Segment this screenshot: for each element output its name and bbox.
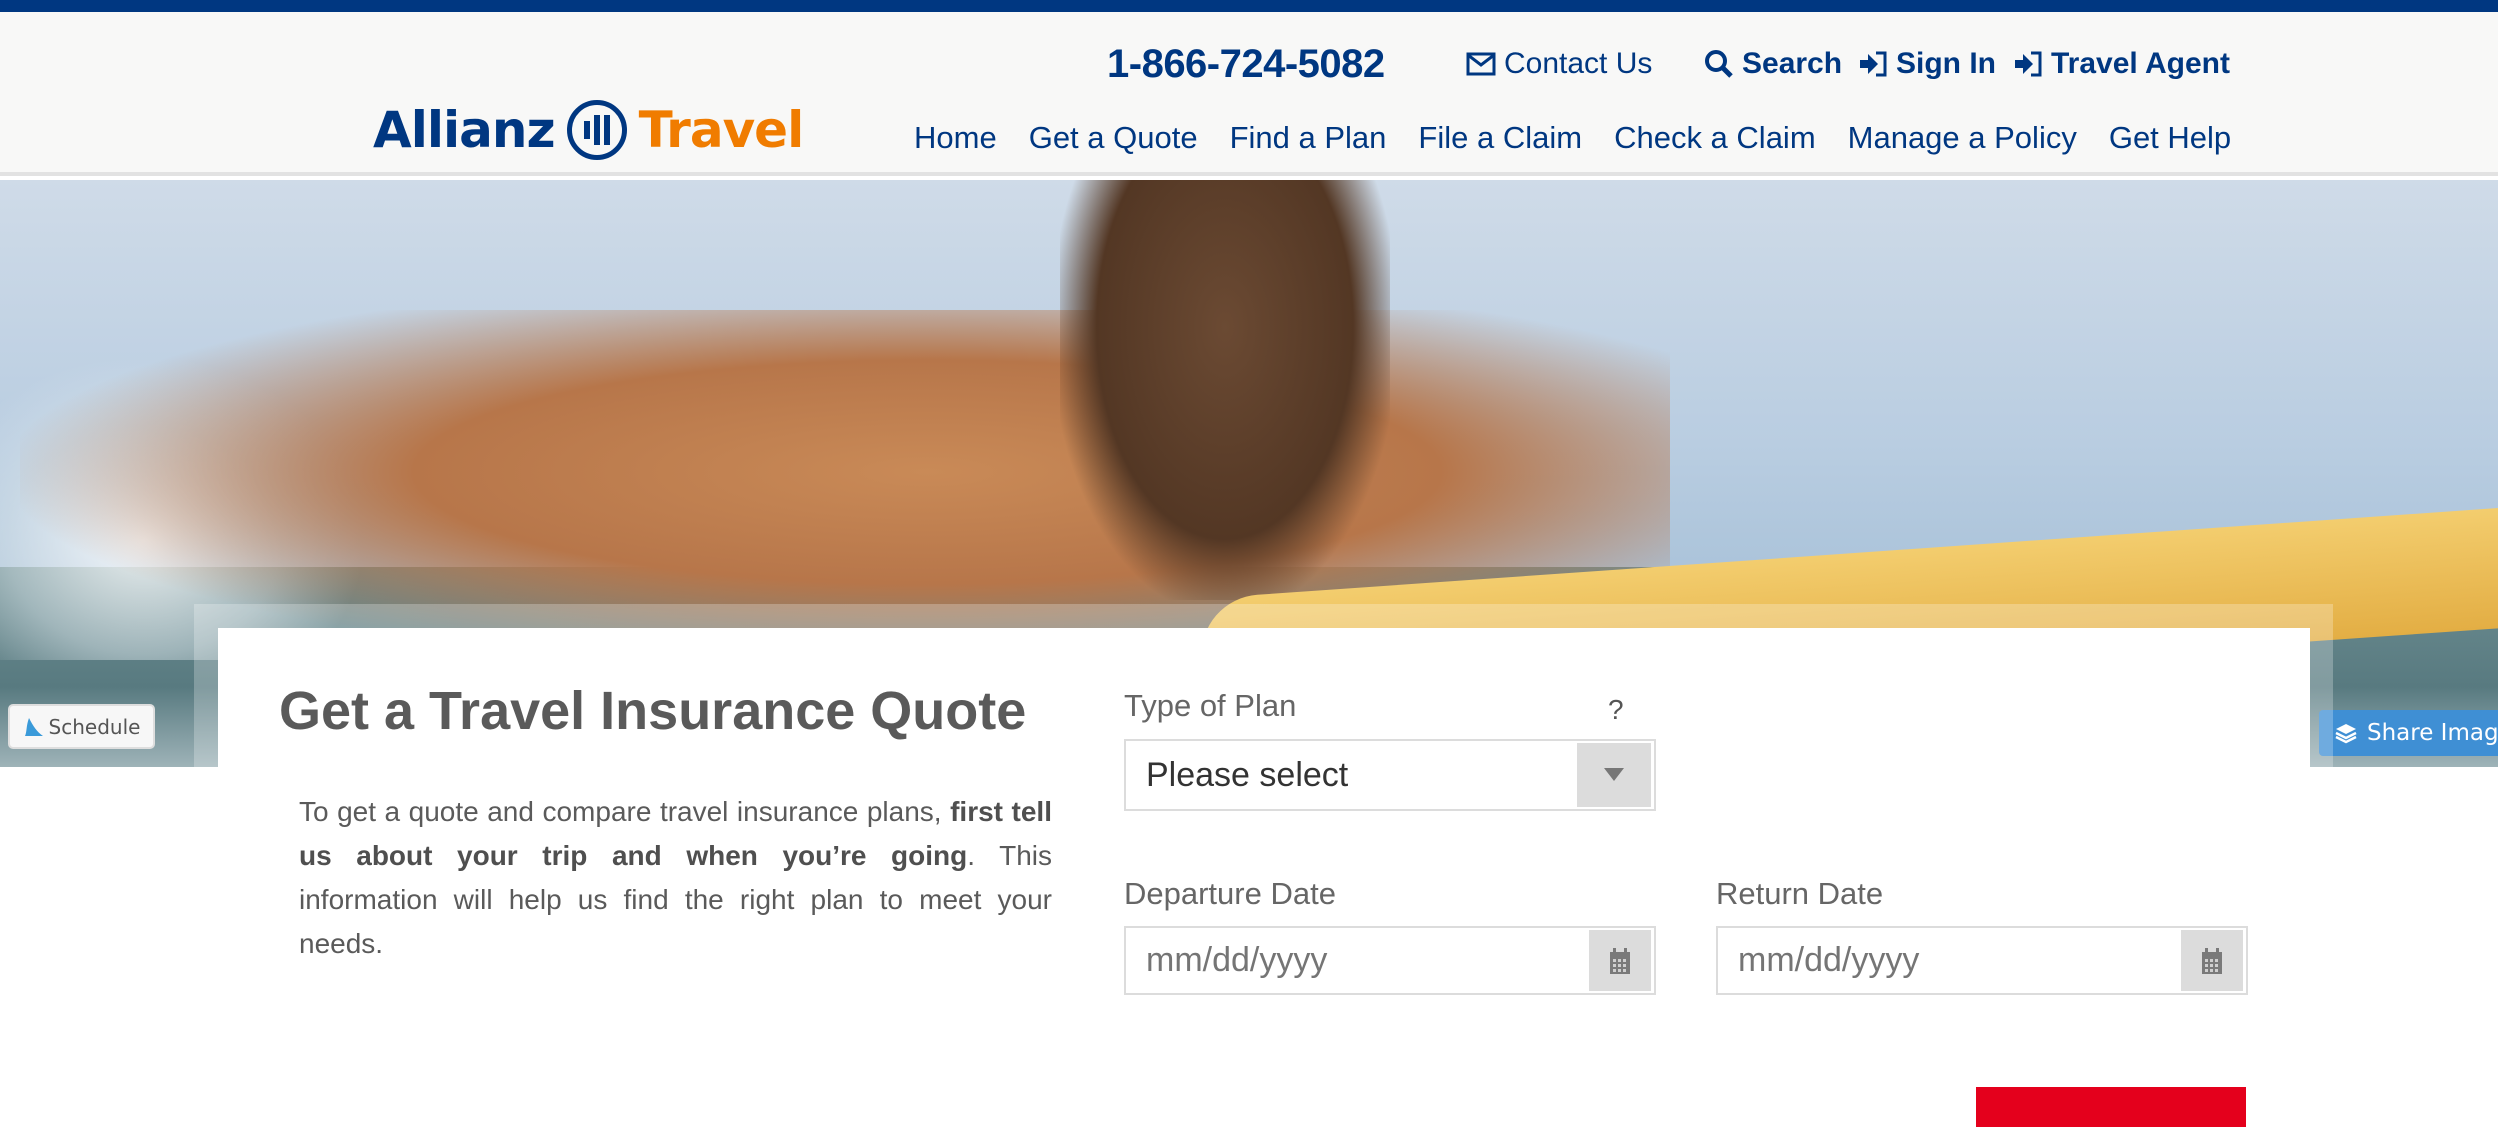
return-date-field[interactable]	[1716, 926, 2248, 995]
allianz-emblem-icon	[566, 100, 627, 160]
chevron-down-icon	[1604, 768, 1624, 781]
logo-product-text: Travel	[638, 101, 805, 159]
return-calendar-button[interactable]	[2181, 930, 2243, 991]
plan-type-select[interactable]: Please select	[1124, 739, 1656, 811]
contact-us-label: Contact Us	[1504, 47, 1653, 80]
sign-in-link[interactable]: Sign In	[1858, 36, 1996, 92]
plan-type-label: Type of Plan	[1124, 688, 1297, 723]
departure-date-input[interactable]	[1126, 928, 1589, 993]
top-accent-bar	[0, 0, 2498, 12]
calendar-icon	[2202, 947, 2222, 974]
dropdown-toggle[interactable]	[1577, 743, 1651, 807]
nav-home[interactable]: Home	[914, 120, 997, 156]
search-label: Search	[1742, 47, 1843, 80]
allianz-travel-logo[interactable]: Allianz Travel	[373, 98, 805, 162]
page-title: Get a Travel Insurance Quote	[279, 681, 1027, 741]
sign-in-label: Sign In	[1896, 47, 1996, 80]
quote-intro-text: To get a quote and compare travel insura…	[299, 790, 1052, 966]
contact-us-link[interactable]: Contact Us	[1466, 36, 1652, 92]
schedule-label: Schedule	[48, 714, 141, 739]
intro-text-start: To get a quote and compare travel insura…	[299, 796, 951, 827]
nav-file-a-claim[interactable]: File a Claim	[1418, 120, 1582, 156]
hero-surfer-hair	[1060, 180, 1390, 600]
search-link[interactable]: Search	[1704, 36, 1842, 92]
envelope-icon	[1466, 52, 1496, 76]
nav-get-a-quote[interactable]: Get a Quote	[1029, 120, 1198, 156]
schedule-button[interactable]: Schedule	[8, 704, 155, 749]
nav-manage-a-policy[interactable]: Manage a Policy	[1848, 120, 2077, 156]
main-nav: Home Get a Quote Find a Plan File a Clai…	[914, 120, 2231, 156]
plan-type-help-icon[interactable]: ?	[1608, 694, 1624, 726]
departure-calendar-button[interactable]	[1589, 930, 1651, 991]
nav-get-help[interactable]: Get Help	[2109, 120, 2231, 156]
sign-in-icon	[2015, 51, 2042, 77]
nav-check-a-claim[interactable]: Check a Claim	[1614, 120, 1816, 156]
logo-brand-text: Allianz	[373, 101, 556, 159]
calendar-icon	[1610, 947, 1630, 974]
nav-find-a-plan[interactable]: Find a Plan	[1230, 120, 1387, 156]
sail-logo-icon	[24, 717, 43, 736]
departure-date-label: Departure Date	[1124, 876, 1336, 911]
get-quote-button[interactable]	[1976, 1087, 2246, 1127]
departure-date-field[interactable]	[1124, 926, 1656, 995]
layers-icon	[2335, 724, 2357, 744]
search-icon	[1705, 50, 1733, 78]
phone-number-link[interactable]: 1-866-724-5082	[1107, 36, 1385, 92]
plan-type-value: Please select	[1146, 755, 1349, 794]
share-image-label: Share Image	[2367, 720, 2498, 746]
share-image-button[interactable]: Share Image	[2319, 710, 2498, 756]
sign-in-icon	[1860, 51, 1887, 77]
site-header: Allianz Travel 1-866-724-5082 Contact Us…	[0, 12, 2498, 176]
return-date-label: Return Date	[1716, 876, 1884, 911]
travel-agent-label: Travel Agent	[2051, 47, 2230, 80]
travel-agent-link[interactable]: Travel Agent	[2013, 36, 2230, 92]
return-date-input[interactable]	[1718, 928, 2181, 993]
